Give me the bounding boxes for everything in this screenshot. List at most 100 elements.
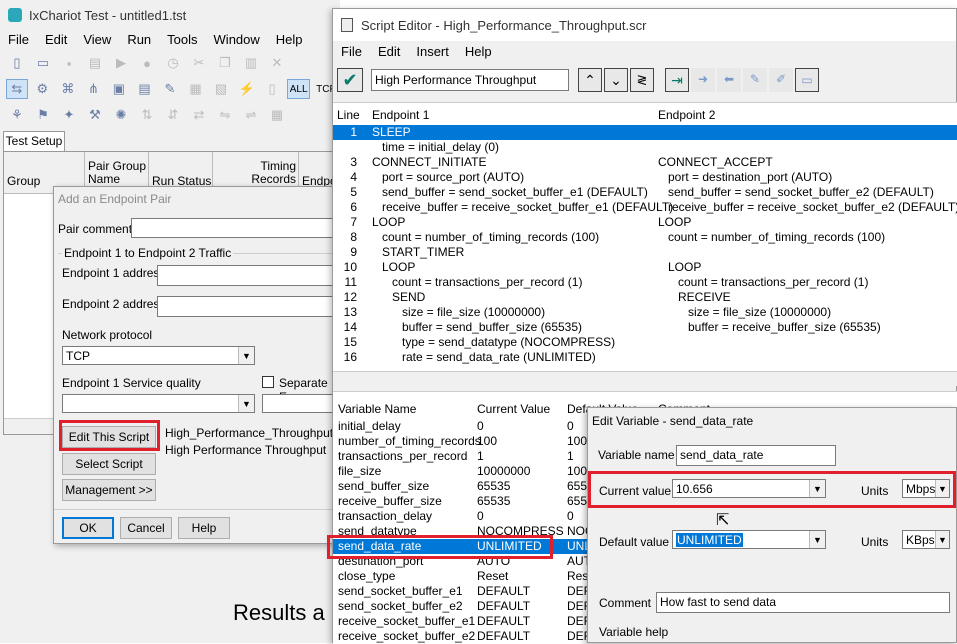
- qos-select[interactable]: ▼: [62, 394, 255, 413]
- new-icon[interactable]: ▯: [6, 53, 28, 73]
- network-icon[interactable]: ⌘: [57, 79, 79, 99]
- script-line[interactable]: 15 type = send_datatype (NOCOMPRESS): [333, 335, 957, 350]
- stop-icon[interactable]: ●: [136, 53, 158, 73]
- all-button[interactable]: ALL: [286, 79, 311, 99]
- separate-checkbox[interactable]: [262, 376, 274, 388]
- chevron-down-icon[interactable]: ▼: [238, 395, 254, 412]
- script-line[interactable]: 9 START_TIMER: [333, 245, 957, 260]
- arrow-right-icon[interactable]: ➜: [691, 68, 715, 92]
- current-value-input[interactable]: 10.656 ▼: [672, 479, 826, 498]
- cancel-button[interactable]: Cancel: [120, 517, 172, 539]
- chevron-down-icon[interactable]: ▼: [238, 347, 254, 364]
- comment-input[interactable]: How fast to send data: [656, 592, 950, 613]
- window-icon[interactable]: ▭: [795, 68, 819, 92]
- checkmark-icon[interactable]: ✔: [337, 68, 363, 92]
- grid-icon[interactable]: ▦: [266, 105, 288, 125]
- edit-icon[interactable]: ✎: [159, 79, 181, 99]
- pair-icon[interactable]: ⇆: [6, 79, 28, 99]
- ep1-address-input[interactable]: [157, 265, 339, 286]
- insert-command-icon[interactable]: ⇥: [665, 68, 689, 92]
- management-button[interactable]: Management >>: [62, 479, 156, 501]
- script-line[interactable]: 7 LOOP LOOP: [333, 215, 957, 230]
- current-units-select[interactable]: Mbps ▼: [902, 479, 950, 498]
- menu-view[interactable]: View: [75, 32, 119, 47]
- swap-icon[interactable]: ≷: [630, 68, 654, 92]
- bolt-icon[interactable]: ⚡: [236, 79, 258, 99]
- move-up-icon[interactable]: ⌃: [578, 68, 602, 92]
- ok-button[interactable]: OK: [62, 517, 114, 539]
- endpoint1-command: CONNECT_INITIATE: [372, 155, 487, 169]
- chevron-down-icon[interactable]: ▼: [809, 480, 825, 497]
- editor-menu-insert[interactable]: Insert: [408, 44, 457, 59]
- script-line[interactable]: 12 SEND RECEIVE: [333, 290, 957, 305]
- chevron-down-icon[interactable]: ▼: [935, 531, 949, 548]
- col-pair-group-name[interactable]: Pair Group Name: [88, 160, 148, 186]
- script-line[interactable]: 10 LOOP LOOP: [333, 260, 957, 275]
- pencil-icon[interactable]: ✎: [743, 68, 767, 92]
- open-icon[interactable]: ▭: [32, 53, 54, 73]
- col-group[interactable]: Group: [7, 174, 40, 188]
- menu-tools[interactable]: Tools: [159, 32, 205, 47]
- chevron-down-icon[interactable]: ▼: [935, 480, 949, 497]
- group3-icon[interactable]: ✦: [58, 105, 80, 125]
- script-line[interactable]: 13 size = file_size (10000000) size = fi…: [333, 305, 957, 320]
- chart-icon[interactable]: ▦: [185, 79, 207, 99]
- script-icon[interactable]: ▤: [134, 79, 156, 99]
- sort5-icon[interactable]: ⇌: [240, 105, 262, 125]
- endpoint-icon[interactable]: ▣: [108, 79, 130, 99]
- clock-icon[interactable]: ◷: [162, 53, 184, 73]
- script-line[interactable]: 1 SLEEP: [333, 125, 957, 140]
- sort-icon[interactable]: ⇅: [136, 105, 158, 125]
- menu-window[interactable]: Window: [206, 32, 268, 47]
- pair-comment-input[interactable]: [131, 218, 336, 238]
- qos2-select[interactable]: [262, 394, 340, 413]
- multicast-icon[interactable]: ⚙: [32, 79, 54, 99]
- chevron-down-icon[interactable]: ▼: [809, 531, 825, 548]
- filter-icon[interactable]: ▧: [210, 79, 232, 99]
- varname-input[interactable]: send_data_rate: [676, 445, 836, 466]
- tab-test-setup[interactable]: Test Setup: [3, 131, 65, 151]
- sort2-icon[interactable]: ⇵: [162, 105, 184, 125]
- move-down-icon[interactable]: ⌄: [604, 68, 628, 92]
- editor-menu-file[interactable]: File: [333, 44, 370, 59]
- help-button[interactable]: Help: [178, 517, 230, 539]
- script-line[interactable]: time = initial_delay (0): [333, 140, 957, 155]
- script-line[interactable]: 11 count = transactions_per_record (1) c…: [333, 275, 957, 290]
- ep2-address-input[interactable]: [157, 296, 339, 317]
- protocol-select[interactable]: TCP ▼: [62, 346, 255, 365]
- group4-icon[interactable]: ⚒: [84, 105, 106, 125]
- menu-help[interactable]: Help: [268, 32, 311, 47]
- select-script-button[interactable]: Select Script: [62, 453, 156, 475]
- cut-icon[interactable]: ✂: [188, 53, 210, 73]
- script-line[interactable]: 16 rate = send_data_rate (UNLIMITED): [333, 350, 957, 365]
- tree-icon[interactable]: ⋔: [83, 79, 105, 99]
- script-line[interactable]: 8 count = number_of_timing_records (100)…: [333, 230, 957, 245]
- save-icon[interactable]: ▪: [58, 53, 80, 73]
- group2-icon[interactable]: ⚑: [32, 105, 54, 125]
- wrench-icon[interactable]: ✐: [769, 68, 793, 92]
- script-line[interactable]: 4 port = source_port (AUTO) port = desti…: [333, 170, 957, 185]
- menu-edit[interactable]: Edit: [37, 32, 75, 47]
- group5-icon[interactable]: ✺: [110, 105, 132, 125]
- editor-menu-edit[interactable]: Edit: [370, 44, 408, 59]
- editor-menu-help[interactable]: Help: [457, 44, 500, 59]
- default-value-input[interactable]: UNLIMITED ▼: [672, 530, 826, 549]
- sort3-icon[interactable]: ⇄: [188, 105, 210, 125]
- script-line[interactable]: 14 buffer = send_buffer_size (65535) buf…: [333, 320, 957, 335]
- script-title-input[interactable]: High Performance Throughput: [371, 69, 569, 91]
- print-icon[interactable]: ▤: [84, 53, 106, 73]
- copy-icon[interactable]: ❐: [214, 53, 236, 73]
- run-icon[interactable]: ▶: [110, 53, 132, 73]
- paste-icon[interactable]: ▥: [240, 53, 262, 73]
- sort4-icon[interactable]: ⇋: [214, 105, 236, 125]
- script-line[interactable]: 5 send_buffer = send_socket_buffer_e1 (D…: [333, 185, 957, 200]
- script-line[interactable]: 3 CONNECT_INITIATE CONNECT_ACCEPT: [333, 155, 957, 170]
- menu-file[interactable]: File: [0, 32, 37, 47]
- arrow-left-icon[interactable]: ⬅: [717, 68, 741, 92]
- delete-icon[interactable]: ✕: [266, 53, 288, 73]
- group-icon[interactable]: ⚘: [6, 105, 28, 125]
- script-line[interactable]: 6 receive_buffer = receive_socket_buffer…: [333, 200, 957, 215]
- default-units-select[interactable]: KBps ▼: [902, 530, 950, 549]
- menu-run[interactable]: Run: [119, 32, 159, 47]
- script-hscroll[interactable]: [333, 371, 957, 386]
